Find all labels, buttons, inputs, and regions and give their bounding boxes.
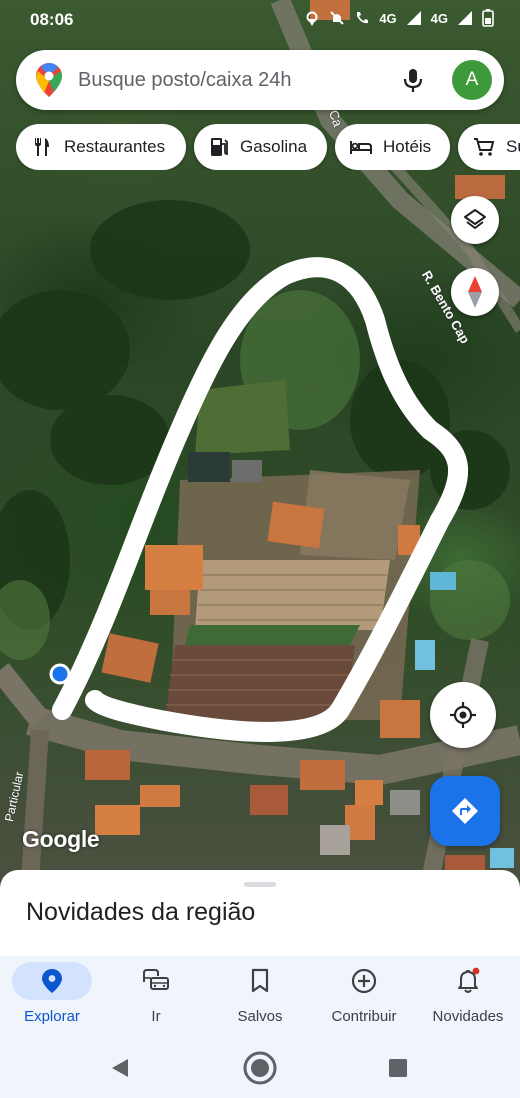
nav-ir[interactable]: Ir	[104, 956, 208, 1038]
chip-gasolina[interactable]: Gasolina	[194, 124, 327, 170]
search-input[interactable]	[78, 50, 378, 110]
back-icon[interactable]	[110, 1057, 130, 1079]
chip-label: Restaurantes	[64, 137, 166, 156]
location-pin-icon	[42, 969, 62, 993]
status-bar: 08:06 4G 4G	[0, 0, 520, 40]
category-chips: Restaurantes Gasolina Hotéis Superm	[16, 124, 520, 170]
add-circle-icon	[351, 968, 377, 994]
bottom-navigation: Explorar Ir Salvos Contribuir Novidades	[0, 956, 520, 1038]
mute-icon	[330, 11, 345, 25]
notification-badge-dot	[472, 967, 480, 975]
network-type-2: 4G	[430, 10, 448, 26]
status-icons: 4G 4G	[304, 9, 494, 27]
recents-icon[interactable]	[388, 1058, 408, 1078]
microphone-icon	[403, 69, 423, 92]
nav-label: Novidades	[432, 1008, 504, 1025]
signal-icon	[406, 11, 421, 25]
compass-button[interactable]	[451, 268, 499, 316]
sheet-title: Novidades da região	[26, 898, 256, 926]
voice-search-button[interactable]	[396, 63, 430, 97]
chip-label: Supermercados	[506, 137, 520, 156]
home-icon[interactable]	[242, 1050, 278, 1086]
my-location-button[interactable]	[430, 682, 496, 748]
chip-label: Gasolina	[240, 137, 308, 156]
battery-icon	[482, 9, 494, 27]
current-location-dot	[49, 663, 71, 685]
signal-icon-2	[458, 11, 472, 25]
system-navigation-bar	[0, 1038, 520, 1098]
nav-contribuir[interactable]: Contribuir	[312, 956, 416, 1038]
directions-button[interactable]	[430, 776, 500, 846]
chip-supermercados[interactable]: Supermercados	[458, 124, 520, 170]
hotel-bed-icon	[349, 135, 373, 159]
nav-label: Salvos	[237, 1008, 283, 1025]
call-icon	[357, 12, 369, 24]
nav-salvos[interactable]: Salvos	[208, 956, 312, 1038]
network-type-1: 4G	[379, 10, 397, 26]
nav-label: Contribuir	[331, 1008, 397, 1025]
directions-arrow-icon	[452, 798, 478, 824]
account-avatar[interactable]: A	[452, 60, 492, 100]
nav-label: Explorar	[24, 1008, 80, 1025]
sheet-drag-handle[interactable]	[244, 882, 276, 887]
chip-hoteis[interactable]: Hotéis	[335, 124, 450, 170]
search-bar[interactable]: A	[16, 50, 504, 110]
google-watermark: Google	[22, 826, 100, 852]
location-status-icon	[306, 11, 318, 26]
map-layers-button[interactable]	[451, 196, 499, 244]
layers-icon	[464, 209, 486, 229]
google-maps-pin-logo-icon	[36, 63, 62, 97]
status-time: 08:06	[30, 10, 74, 29]
restaurant-icon	[30, 135, 54, 159]
nav-novidades[interactable]: Novidades	[416, 956, 520, 1038]
bell-icon	[458, 967, 480, 993]
compass-icon	[468, 276, 482, 308]
nav-explorar[interactable]: Explorar	[0, 956, 104, 1038]
bottom-sheet[interactable]: Novidades da região	[0, 870, 520, 960]
chip-restaurantes[interactable]: Restaurantes	[16, 124, 186, 170]
gas-station-icon	[208, 135, 230, 159]
commute-icon	[143, 969, 169, 990]
bookmark-icon	[251, 968, 269, 993]
crosshair-location-icon	[450, 702, 476, 728]
nav-label: Ir	[151, 1008, 161, 1025]
chip-label: Hotéis	[383, 137, 432, 156]
cart-icon	[472, 135, 496, 159]
